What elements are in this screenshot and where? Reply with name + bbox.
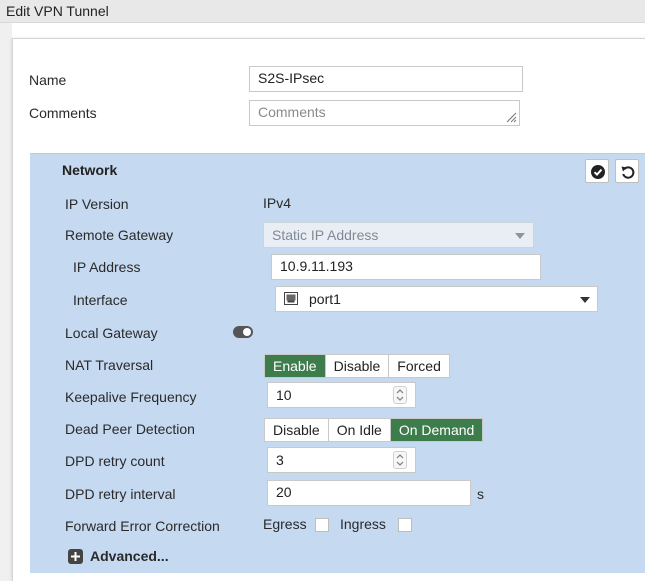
local-gateway-label: Local Gateway	[65, 325, 158, 341]
forward-error-correction-label: Forward Error Correction	[65, 518, 220, 534]
interface-label: Interface	[73, 292, 128, 308]
interface-select[interactable]: port1	[275, 286, 598, 312]
apply-button[interactable]	[585, 159, 609, 183]
check-circle-icon	[591, 165, 605, 179]
nat-traversal-disable-option[interactable]: Disable	[326, 355, 390, 377]
interface-value: port1	[309, 291, 341, 307]
revert-button[interactable]	[615, 159, 639, 183]
stepper-arrows-icon	[396, 454, 404, 466]
remote-gateway-label: Remote Gateway	[65, 227, 174, 243]
nat-traversal-enable-option[interactable]: Enable	[265, 355, 326, 377]
chevron-down-icon	[580, 297, 590, 303]
ingress-label: Ingress	[340, 516, 386, 532]
comments-label: Comments	[29, 105, 97, 121]
ingress-checkbox[interactable]	[398, 518, 412, 532]
name-label: Name	[29, 72, 67, 88]
dpd-on-idle-option[interactable]: On Idle	[329, 419, 391, 441]
resize-grip-icon[interactable]	[506, 112, 517, 123]
comments-placeholder: Comments	[258, 104, 326, 120]
nat-traversal-forced-option[interactable]: Forced	[389, 355, 449, 377]
comments-textarea[interactable]: Comments	[249, 100, 520, 126]
dpd-retry-interval-unit: s	[477, 486, 484, 502]
dead-peer-detection-toggle-group: Disable On Idle On Demand	[264, 418, 484, 442]
local-gateway-toggle[interactable]	[233, 326, 253, 338]
dpd-retry-interval-label: DPD retry interval	[65, 486, 176, 502]
window-title: Edit VPN Tunnel	[6, 3, 109, 19]
network-port-icon	[284, 292, 298, 305]
stepper-arrows-icon	[396, 389, 404, 401]
dpd-disable-option[interactable]: Disable	[265, 419, 329, 441]
egress-checkbox[interactable]	[315, 518, 329, 532]
window-titlebar: Edit VPN Tunnel	[0, 0, 645, 23]
toggle-knob	[243, 328, 251, 336]
dpd-retry-count-label: DPD retry count	[65, 453, 165, 469]
dpd-on-demand-option[interactable]: On Demand	[390, 419, 483, 441]
name-input[interactable]: S2S-IPsec	[249, 66, 523, 92]
ip-address-input[interactable]: 10.9.11.193	[271, 254, 541, 280]
left-gutter	[0, 23, 12, 581]
plus-square-icon	[68, 549, 83, 564]
ip-version-label: IP Version	[65, 196, 129, 212]
dead-peer-detection-label: Dead Peer Detection	[65, 421, 195, 437]
keepalive-frequency-label: Keepalive Frequency	[65, 389, 197, 405]
dpd-retry-count-spinner[interactable]	[393, 451, 407, 469]
dpd-retry-count-input[interactable]: 3	[267, 447, 416, 473]
nat-traversal-toggle-group: Enable Disable Forced	[264, 354, 450, 378]
undo-icon	[621, 166, 635, 179]
remote-gateway-select: Static IP Address	[263, 222, 534, 248]
advanced-label: Advanced...	[90, 548, 169, 564]
keepalive-frequency-value: 10	[276, 387, 292, 403]
dpd-retry-count-value: 3	[276, 452, 284, 468]
network-section-title: Network	[62, 162, 118, 178]
chevron-down-icon	[515, 233, 525, 239]
egress-label: Egress	[263, 516, 307, 532]
dpd-retry-interval-input[interactable]: 20	[267, 480, 471, 506]
ip-address-label: IP Address	[73, 259, 141, 275]
remote-gateway-value: Static IP Address	[272, 227, 379, 243]
ip-version-value: IPv4	[263, 195, 292, 211]
keepalive-spinner[interactable]	[393, 386, 407, 404]
keepalive-frequency-input[interactable]: 10	[267, 382, 416, 408]
nat-traversal-label: NAT Traversal	[65, 357, 154, 373]
